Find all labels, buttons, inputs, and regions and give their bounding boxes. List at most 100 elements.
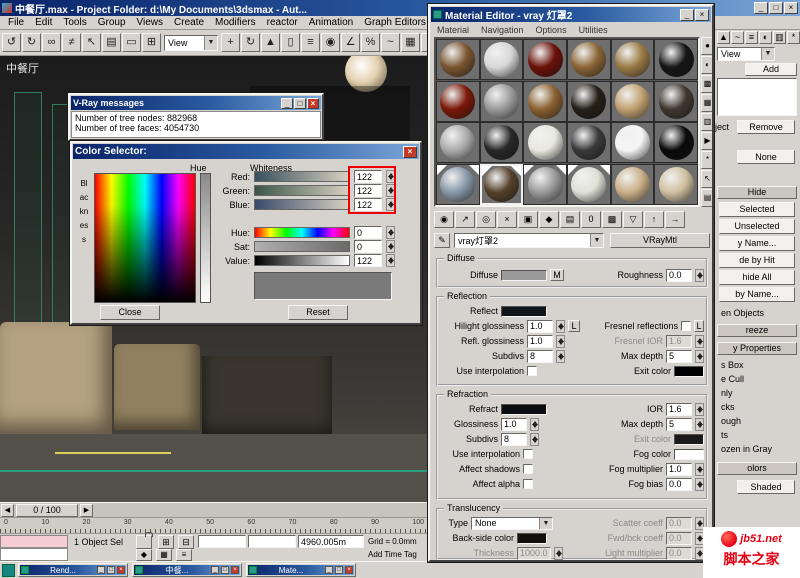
sample-slot[interactable]	[611, 39, 655, 80]
add-button[interactable]: Add	[745, 63, 797, 76]
sample-slot[interactable]	[480, 81, 524, 122]
scale-icon[interactable]: ▲	[261, 33, 280, 52]
freeze-rollout-header[interactable]: reeze	[717, 324, 797, 337]
close-icon[interactable]: ×	[117, 566, 125, 574]
time-slider-track[interactable]: ◀ 0 / 100 ▶	[0, 502, 428, 517]
maximize-icon[interactable]: □	[335, 566, 343, 574]
spinner[interactable]	[695, 403, 704, 416]
fresnel-reflections-checkbox[interactable]	[681, 321, 691, 331]
tab-utilities-icon[interactable]: *	[787, 31, 800, 44]
sample-slot[interactable]	[611, 164, 655, 205]
menu-group[interactable]: Group	[93, 16, 131, 29]
menu-edit[interactable]: Edit	[30, 16, 57, 29]
subdivs-field[interactable]: 8	[527, 350, 553, 363]
hilight-lock-button[interactable]: L	[568, 320, 580, 332]
menu-utilities[interactable]: Utilities	[574, 24, 613, 36]
taskbar-item[interactable]: 中餐..._□×	[132, 563, 242, 577]
add-time-tag[interactable]: Add Time Tag	[368, 550, 417, 559]
menu-modifiers[interactable]: Modifiers	[210, 16, 261, 29]
hide-by-hit-button[interactable]: de by Hit	[719, 253, 795, 268]
sample-slot[interactable]	[436, 164, 480, 205]
align-icon[interactable]: ≡	[301, 33, 320, 52]
edges-only-label[interactable]: nly	[721, 388, 733, 398]
menu-navigation[interactable]: Navigation	[476, 24, 529, 36]
reference-coordsys-dropdown[interactable]: View ▼	[164, 35, 218, 51]
vertex-ticks-label[interactable]: cks	[721, 402, 735, 412]
put-to-library-icon[interactable]: ▤	[560, 211, 580, 228]
put-to-scene-icon[interactable]: ↗	[455, 211, 475, 228]
select-by-material-icon[interactable]: ↖	[701, 170, 714, 188]
close-button[interactable]: ×	[403, 146, 417, 158]
max-depth-field[interactable]: 5	[666, 418, 692, 431]
sample-slot[interactable]	[654, 81, 698, 122]
fresnel-ior-field[interactable]: 1.6	[666, 335, 692, 348]
menu-graph-editors[interactable]: Graph Editors	[359, 16, 431, 29]
selection-lock-icon[interactable]	[136, 535, 152, 549]
move-icon[interactable]: +	[221, 33, 240, 52]
hilight-glossiness-field[interactable]: 1.0	[527, 320, 553, 333]
pick-material-icon[interactable]: ✎	[434, 233, 450, 248]
spinner[interactable]	[556, 335, 565, 348]
chevron-down-icon[interactable]: ▼	[590, 234, 603, 247]
spinner[interactable]	[695, 335, 704, 348]
spinner[interactable]	[554, 547, 563, 560]
tab-motion-icon[interactable]: ◐	[759, 31, 772, 44]
material-navigator-icon[interactable]: ▤	[701, 189, 714, 207]
affect-alpha-checkbox[interactable]	[523, 479, 533, 489]
sample-slot[interactable]	[567, 39, 611, 80]
material-type-button[interactable]: VRayMtl	[610, 233, 710, 248]
minimize-icon[interactable]: _	[325, 566, 333, 574]
menu-options[interactable]: Options	[531, 24, 572, 36]
next-frame-icon[interactable]: ▶	[80, 504, 93, 517]
taskbar-start-icon[interactable]	[2, 564, 15, 577]
grid-toggle-icon[interactable]: ▦	[156, 549, 172, 561]
display-as-box-label[interactable]: s Box	[721, 360, 744, 370]
spinner[interactable]	[556, 350, 565, 363]
backface-cull-label[interactable]: e Cull	[721, 374, 744, 384]
rotate-icon[interactable]: ↻	[241, 33, 260, 52]
options-icon[interactable]: *	[701, 151, 714, 169]
show-end-result-icon[interactable]: ▽	[623, 211, 643, 228]
show-map-in-viewport-icon[interactable]: ▩	[602, 211, 622, 228]
hue-value-field[interactable]: 0	[354, 226, 382, 239]
sample-slot[interactable]	[480, 39, 524, 80]
display-colors-header[interactable]: olors	[717, 462, 797, 475]
spinner[interactable]	[695, 350, 704, 363]
refract-color-swatch[interactable]	[501, 404, 547, 415]
mirror-icon[interactable]: ▯	[281, 33, 300, 52]
ignore-extents-label[interactable]: ts	[721, 430, 728, 440]
maximize-button[interactable]: □	[294, 98, 306, 109]
sample-slot[interactable]	[523, 39, 567, 80]
time-slider-handle[interactable]: 0 / 100	[16, 504, 78, 517]
value-slider[interactable]	[254, 255, 350, 266]
angle-snap-icon[interactable]: ∠	[341, 33, 360, 52]
sample-slot[interactable]	[654, 164, 698, 205]
use-interpolation-checkbox[interactable]	[527, 366, 537, 376]
menu-create[interactable]: Create	[169, 16, 209, 29]
sample-slot[interactable]	[523, 164, 567, 205]
track-bar[interactable]: 0102030405060708090100	[0, 517, 428, 533]
green-slider[interactable]	[254, 185, 350, 196]
color-selector-titlebar[interactable]: Color Selector: ×	[73, 144, 419, 159]
affect-shadows-checkbox[interactable]	[523, 464, 533, 474]
make-copy-icon[interactable]: ▣	[518, 211, 538, 228]
sample-slot[interactable]	[436, 122, 480, 163]
red-slider[interactable]	[254, 171, 350, 182]
ior-field[interactable]: 1.6	[666, 403, 692, 416]
fwd-bck-coeff-field[interactable]: 0.0	[666, 532, 692, 545]
exit-color-swatch[interactable]	[674, 366, 704, 377]
whiteness-strip[interactable]	[200, 173, 211, 303]
undo-icon[interactable]: ↺	[2, 33, 21, 52]
see-through-label[interactable]: ough	[721, 416, 741, 426]
selection-set-list[interactable]	[717, 78, 797, 116]
refl-glossiness-field[interactable]: 1.0	[527, 335, 553, 348]
menu-material[interactable]: Material	[432, 24, 474, 36]
maximize-button[interactable]: □	[769, 2, 783, 14]
show-frozen-in-gray-label[interactable]: ozen in Gray	[721, 444, 772, 454]
go-to-parent-icon[interactable]: ↑	[644, 211, 664, 228]
sample-slot[interactable]	[654, 39, 698, 80]
hide-selected-button[interactable]: Selected	[719, 202, 795, 217]
glossiness-field[interactable]: 1.0	[501, 418, 527, 431]
spinner[interactable]	[695, 463, 704, 476]
curve-editor-icon[interactable]: ~	[381, 33, 400, 52]
